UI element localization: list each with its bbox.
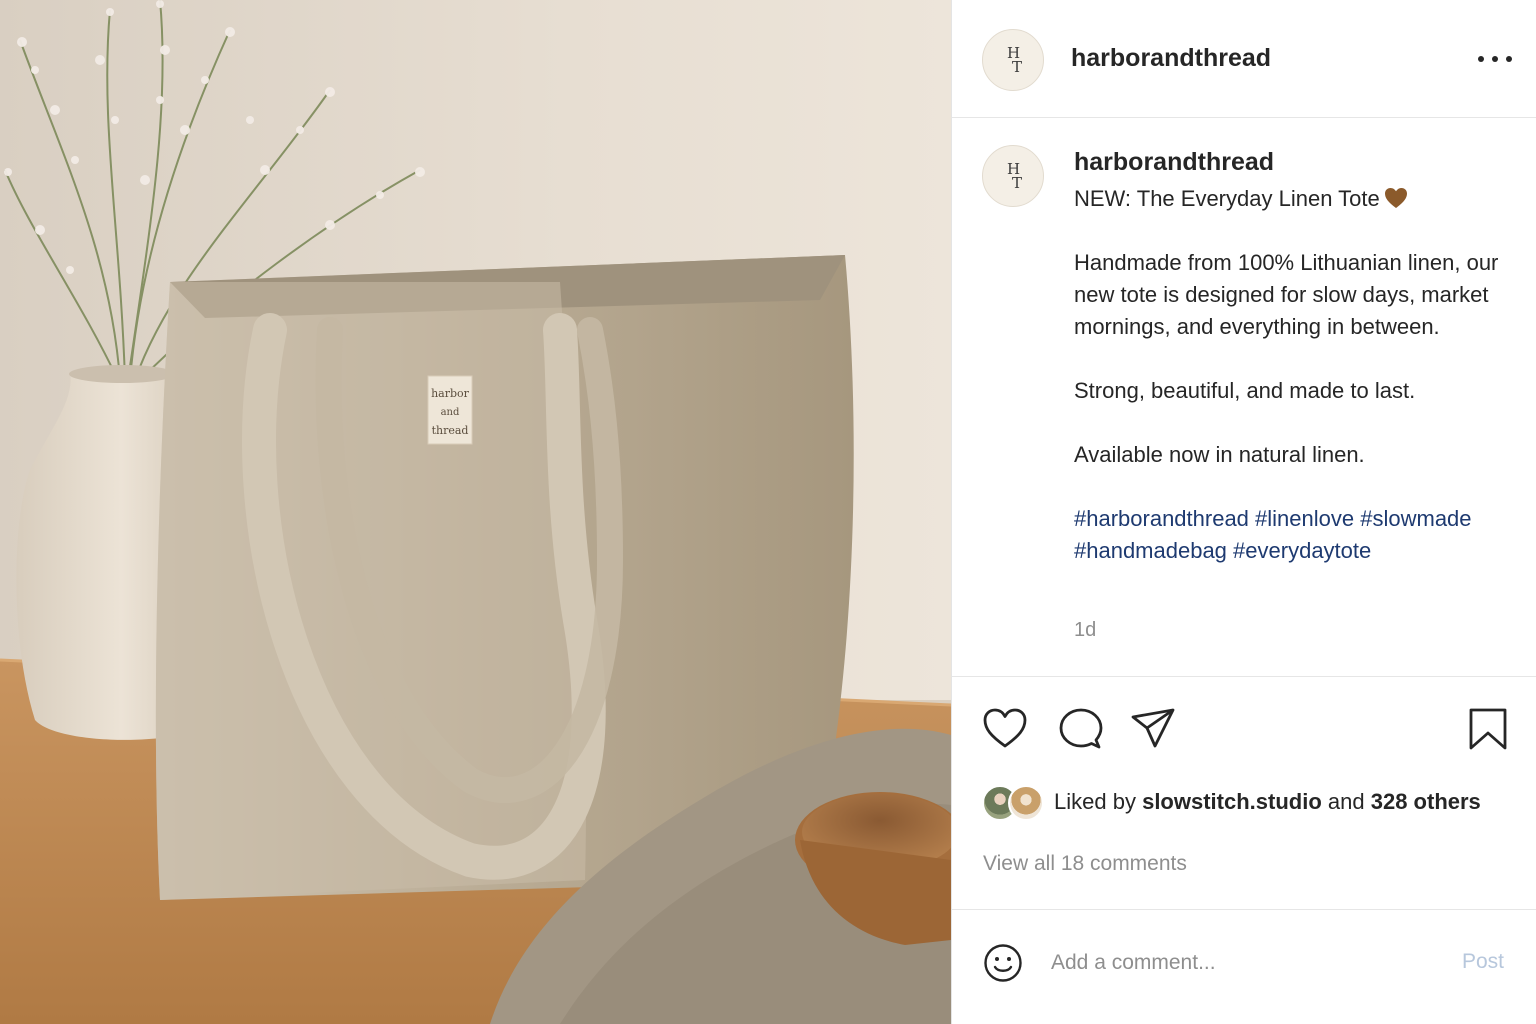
hashtag-link[interactable]: #handmadebag xyxy=(1074,538,1227,563)
comment-input[interactable] xyxy=(1051,946,1431,980)
likes-count-link[interactable]: 328 others xyxy=(1371,789,1481,814)
liked-by-prefix: Liked by xyxy=(1054,789,1136,814)
caption-paragraph-1: Handmade from 100% Lithuanian linen, our… xyxy=(1074,250,1499,339)
caption-title: NEW: The Everyday Linen Tote xyxy=(1074,186,1380,211)
hashtags: #harborandthread #linenlove #slowmade #h… xyxy=(1074,503,1519,567)
bag-label-line2: and xyxy=(441,407,460,418)
hashtag-link[interactable]: #slowmade xyxy=(1360,506,1471,531)
post-header: H T harborandthread xyxy=(952,0,1536,118)
brown-heart-icon xyxy=(1384,188,1407,208)
liker-avatar xyxy=(1008,785,1044,821)
avatar[interactable]: H T xyxy=(982,29,1044,91)
caption-paragraph-3: Available now in natural linen. xyxy=(1074,442,1365,467)
hashtag-link[interactable]: #everydaytote xyxy=(1233,538,1371,563)
liked-by-conjunction: and xyxy=(1327,789,1365,814)
share-icon[interactable] xyxy=(1130,707,1176,749)
tote-bag-photo: harbor and thread xyxy=(0,0,951,1024)
action-bar: Liked by slowstitch.studio and 328 other… xyxy=(952,676,1536,910)
comment-bar: Post xyxy=(952,910,1536,1024)
post-comment-button[interactable]: Post xyxy=(1462,950,1504,974)
caption-username[interactable]: harborandthread xyxy=(1074,148,1274,177)
hashtag-link[interactable]: #harborandthread xyxy=(1074,506,1249,531)
view-all-comments-link[interactable]: View all 18 comments xyxy=(983,852,1187,876)
post-sidebar: H T harborandthread H T harborandthread … xyxy=(951,0,1536,1024)
heart-icon[interactable] xyxy=(982,707,1028,749)
avatar-monogram-t: T xyxy=(1012,58,1023,76)
bag-label-line1: harbor xyxy=(431,387,470,400)
liked-by-user-link[interactable]: slowstitch.studio xyxy=(1142,789,1322,814)
more-options-icon[interactable] xyxy=(1478,44,1512,74)
comment-icon[interactable] xyxy=(1058,707,1104,751)
caption-title-line: NEW: The Everyday Linen Tote xyxy=(1074,183,1519,215)
caption-paragraph-2: Strong, beautiful, and made to last. xyxy=(1074,378,1416,403)
post-timestamp[interactable]: 1d xyxy=(1074,619,1096,642)
likes-summary: Liked by slowstitch.studio and 328 other… xyxy=(1054,789,1481,815)
emoji-icon[interactable] xyxy=(983,943,1023,983)
bookmark-icon[interactable] xyxy=(1468,707,1508,751)
bag-label-line3: thread xyxy=(432,424,469,437)
caption-text: NEW: The Everyday Linen Tote Handmade fr… xyxy=(1074,183,1519,567)
caption-avatar-monogram-t: T xyxy=(1012,174,1023,192)
header-username[interactable]: harborandthread xyxy=(1071,44,1271,73)
hashtag-link[interactable]: #linenlove xyxy=(1255,506,1354,531)
post-image[interactable]: harbor and thread xyxy=(0,0,951,1024)
instagram-post: harbor and thread H T harborandthread H … xyxy=(0,0,1536,1024)
liker-avatars[interactable] xyxy=(982,785,1052,821)
caption-section: H T harborandthread NEW: The Everyday Li… xyxy=(952,118,1536,676)
caption-avatar[interactable]: H T xyxy=(982,145,1044,207)
